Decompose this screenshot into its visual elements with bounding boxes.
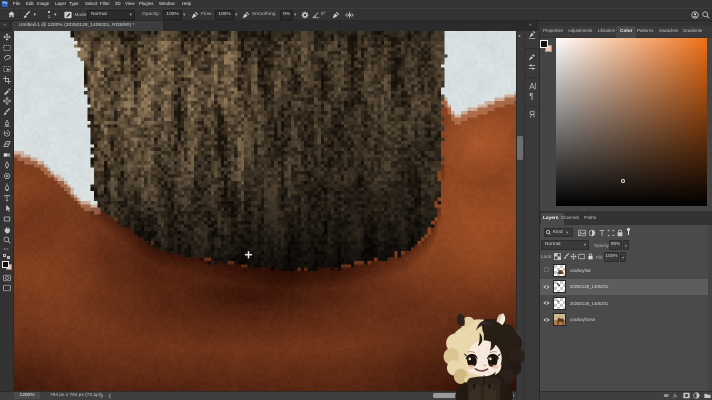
svg-text:¶: ¶	[529, 92, 533, 100]
svg-text:fx: fx	[673, 393, 677, 399]
